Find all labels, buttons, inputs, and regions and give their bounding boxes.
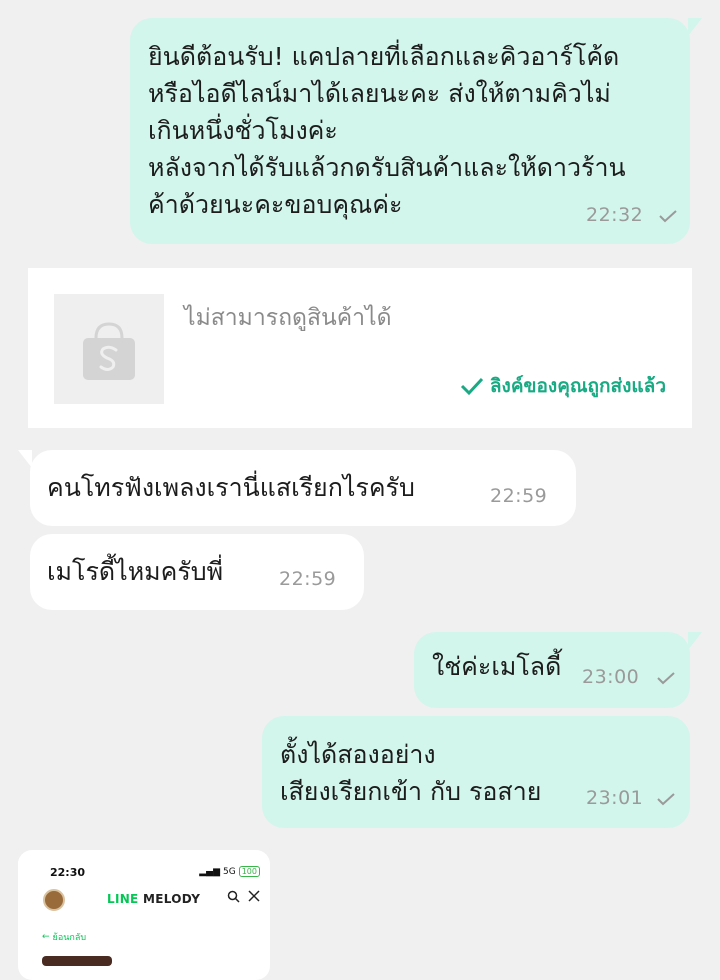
- incoming-image-message[interactable]: 22:30 ▂▄▆ 5G 100 LINE MELODY ← ย้อนกลับ: [18, 850, 270, 980]
- preview-back-link: ← ย้อนกลับ: [42, 932, 87, 943]
- network-label: 5G: [223, 866, 236, 877]
- read-check-icon: [657, 672, 675, 685]
- line-melody-logo: LINE MELODY: [107, 892, 201, 906]
- message-time: 23:01: [586, 787, 644, 809]
- outgoing-message-bubble[interactable]: ตั้งได้สองอย่าง เสียงเรียกเข้า กับ รอสาย…: [262, 716, 690, 828]
- preview-header-icons: [227, 890, 260, 903]
- link-sent-label: ลิงค์ของคุณถูกส่งแล้ว: [489, 375, 666, 397]
- message-text: ใช่ค่ะเมโลดี้: [432, 652, 562, 681]
- read-check-icon: [659, 210, 677, 223]
- product-thumbnail: [54, 294, 164, 404]
- shopping-bag-icon: [83, 322, 135, 380]
- battery-icon: 100: [238, 866, 260, 877]
- product-link-card[interactable]: ไม่สามารถดูสินค้าได้ ลิงค์ของคุณถูกส่งแล…: [28, 268, 692, 428]
- outgoing-message-bubble[interactable]: ยินดีต้อนรับ! แคปลายที่เลือกและคิวอาร์โค…: [130, 18, 702, 244]
- avatar: [43, 889, 65, 911]
- link-sent-status: ลิงค์ของคุณถูกส่งแล้ว: [460, 371, 666, 401]
- message-time: 22:32: [586, 204, 644, 226]
- message-time: 22:59: [279, 568, 337, 590]
- preview-status-icons: ▂▄▆ 5G 100: [199, 866, 260, 877]
- message-text: ยินดีต้อนรับ! แคปลายที่เลือกและคิวอาร์โค…: [148, 42, 626, 219]
- product-unavailable-text: ไม่สามารถดูสินค้าได้: [184, 305, 392, 331]
- preview-content-thumb: [42, 956, 112, 966]
- message-time: 22:59: [490, 485, 548, 507]
- check-icon: [460, 377, 484, 396]
- message-time: 23:00: [582, 666, 640, 688]
- read-check-icon: [657, 793, 675, 806]
- signal-icon: ▂▄▆: [199, 866, 221, 877]
- outgoing-message-bubble[interactable]: ใช่ค่ะเมโลดี้ 23:00: [414, 632, 702, 708]
- preview-status-time: 22:30: [50, 866, 86, 879]
- back-arrow-icon: ←: [42, 932, 50, 942]
- incoming-message-bubble[interactable]: คนโทรฟังเพลงเรานี่แสเรียกไรครับ 22:59: [18, 450, 576, 526]
- close-icon: [248, 890, 260, 902]
- incoming-message-bubble[interactable]: เมโรดี้ไหมครับพี่ 22:59: [30, 534, 364, 610]
- search-icon: [227, 890, 240, 903]
